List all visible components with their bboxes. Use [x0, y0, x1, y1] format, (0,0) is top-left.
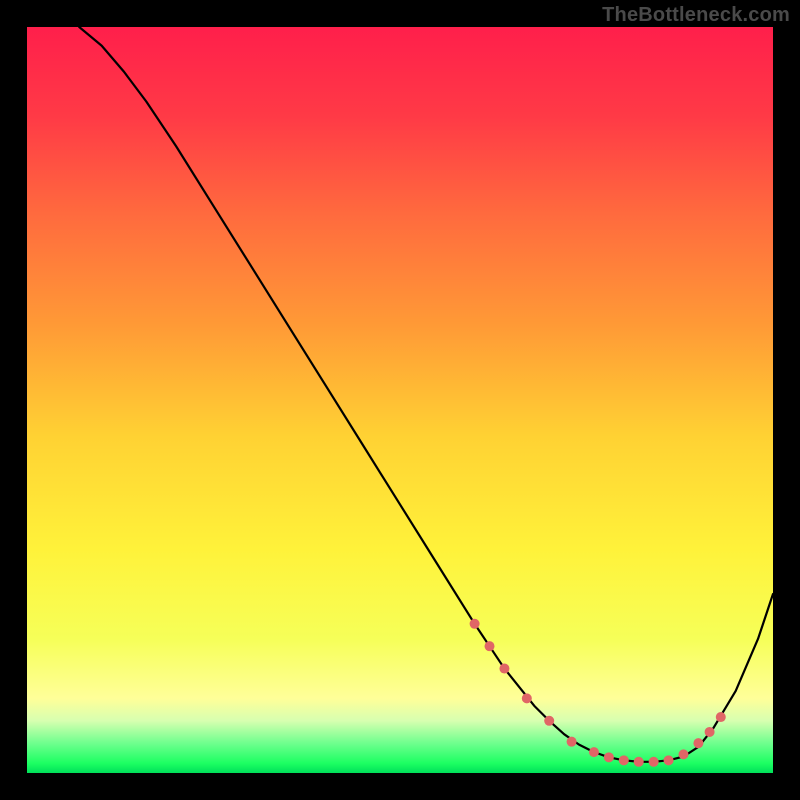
plot-area [27, 27, 773, 773]
gradient-background [27, 27, 773, 773]
sweet-spot-dot [522, 693, 532, 703]
sweet-spot-dot [649, 757, 659, 767]
sweet-spot-dot [619, 755, 629, 765]
sweet-spot-dot [693, 738, 703, 748]
sweet-spot-dot [499, 664, 509, 674]
sweet-spot-dot [678, 749, 688, 759]
sweet-spot-dot [604, 752, 614, 762]
sweet-spot-dot [567, 737, 577, 747]
sweet-spot-dot [589, 747, 599, 757]
watermark-text: TheBottleneck.com [602, 4, 790, 27]
sweet-spot-dot [470, 619, 480, 629]
sweet-spot-dot [485, 641, 495, 651]
sweet-spot-dot [716, 712, 726, 722]
chart-viewport: TheBottleneck.com [0, 0, 800, 800]
sweet-spot-dot [544, 716, 554, 726]
sweet-spot-dot [664, 755, 674, 765]
chart-svg [27, 27, 773, 773]
sweet-spot-dot [634, 757, 644, 767]
sweet-spot-dot [705, 727, 715, 737]
